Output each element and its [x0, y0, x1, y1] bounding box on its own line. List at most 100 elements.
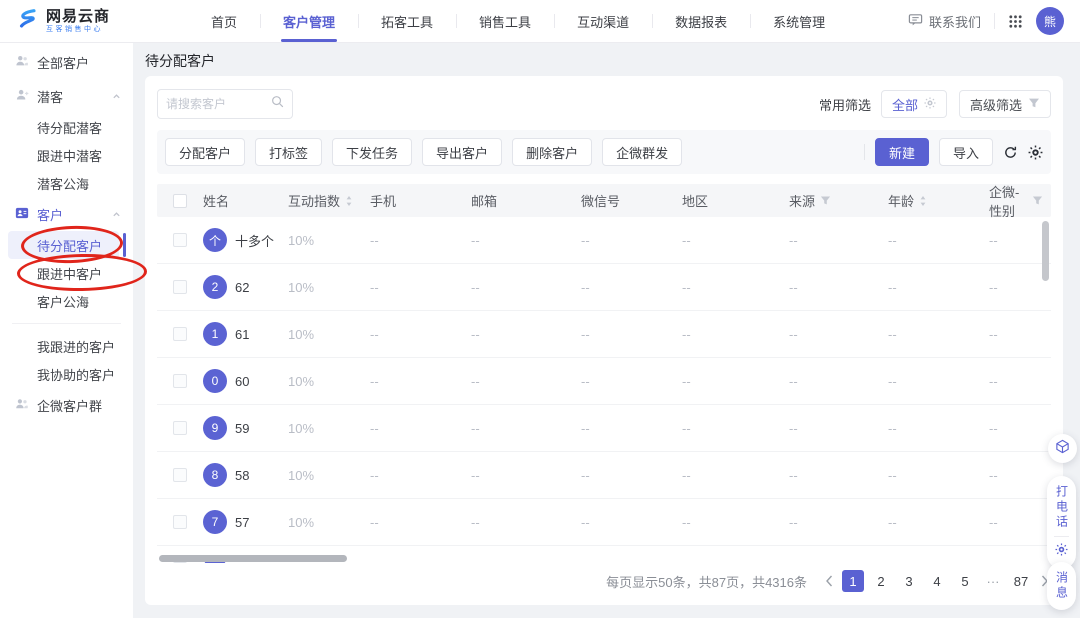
chevron-up-icon[interactable] [112, 92, 121, 101]
contact-us-button[interactable]: 联系我们 [908, 12, 981, 31]
row-checkbox[interactable] [173, 562, 187, 563]
filter-gear-icon[interactable] [924, 97, 936, 112]
advanced-filter-button[interactable]: 高级筛选 [959, 90, 1051, 118]
row-cell-年龄: -- [888, 515, 989, 530]
sidebar-customer-icon [15, 206, 29, 223]
empty-value: -- [471, 233, 480, 248]
nav-item-拓客工具[interactable]: 拓客工具 [358, 0, 456, 42]
row-cell-年龄: -- [888, 374, 989, 389]
empty-value: -- [888, 421, 897, 436]
table-header-互动指数: 互动指数 [288, 191, 370, 210]
sidebar-item-潜客[interactable]: 潜客 [0, 79, 133, 113]
prev-page-icon[interactable] [823, 575, 836, 587]
nav-item-客户管理[interactable]: 客户管理 [260, 0, 358, 42]
floating-widget-button[interactable] [1048, 434, 1077, 463]
table-body: 个十多个10%--------------26210%-------------… [157, 217, 1051, 563]
horizontal-scrollbar[interactable] [159, 555, 347, 562]
call-phone-button[interactable]: 打电话 [1047, 476, 1076, 569]
select-all-checkbox[interactable] [173, 194, 187, 208]
customer-name[interactable]: 十多个 [235, 231, 274, 250]
empty-value: -- [888, 327, 897, 342]
sidebar-item-全部客户[interactable]: 全部客户 [0, 45, 133, 79]
refresh-icon[interactable] [1003, 145, 1018, 160]
customer-name[interactable]: 60 [235, 374, 249, 389]
page-button-5[interactable]: 5 [954, 570, 976, 592]
user-avatar[interactable]: 熊 [1036, 7, 1064, 35]
page-button-4[interactable]: 4 [926, 570, 948, 592]
row-cell-邮箱: -- [471, 515, 581, 530]
filter-all-button[interactable]: 全部 [881, 90, 947, 118]
nav-item-系统管理[interactable]: 系统管理 [750, 0, 848, 42]
bulk-action-删除客户[interactable]: 删除客户 [512, 138, 592, 166]
app-logo: 网易云商 互客销售中心 [16, 7, 134, 36]
row-cell-来源: -- [789, 468, 888, 483]
sidebar-item-客户公海[interactable]: 客户公海 [0, 287, 133, 315]
settings-gear-icon[interactable] [1028, 145, 1043, 160]
nav-item-互动渠道[interactable]: 互动渠道 [554, 0, 652, 42]
filter-funnel-icon[interactable] [1032, 195, 1043, 206]
row-cell-checkbox [157, 515, 203, 529]
page-ellipsis: ··· [982, 570, 1004, 592]
customer-name[interactable]: 62 [235, 280, 249, 295]
sidebar-item-潜客公海[interactable]: 潜客公海 [0, 169, 133, 197]
page-button-2[interactable]: 2 [870, 570, 892, 592]
row-checkbox[interactable] [173, 468, 187, 482]
customer-name[interactable]: 57 [235, 515, 249, 530]
import-button[interactable]: 导入 [939, 138, 993, 166]
row-cell-邮箱: -- [471, 233, 581, 248]
search-input[interactable] [166, 97, 271, 111]
row-checkbox[interactable] [173, 280, 187, 294]
sort-icon[interactable] [345, 195, 353, 207]
empty-value: -- [370, 562, 379, 564]
sort-icon[interactable] [919, 195, 927, 207]
sidebar-item-跟进中客户[interactable]: 跟进中客户 [0, 259, 133, 287]
sidebar-item-客户[interactable]: 客户 [0, 197, 133, 231]
customer-name[interactable]: 61 [235, 327, 249, 342]
empty-value: -- [581, 562, 590, 564]
message-button[interactable]: 消息 [1047, 562, 1076, 610]
empty-value: -- [581, 233, 590, 248]
page-button-1[interactable]: 1 [842, 570, 864, 592]
row-cell-手机: -- [370, 468, 471, 483]
vertical-scrollbar[interactable] [1042, 221, 1049, 281]
search-icon[interactable] [271, 95, 284, 113]
engagement-index: 10% [288, 374, 314, 389]
row-cell-互动指数: 10% [288, 421, 370, 436]
bulk-action-下发任务[interactable]: 下发任务 [332, 138, 412, 166]
sidebar-item-我协助的客户[interactable]: 我协助的客户 [0, 360, 133, 388]
customer-name[interactable]: 59 [235, 421, 249, 436]
row-checkbox[interactable] [173, 421, 187, 435]
empty-value: -- [888, 280, 897, 295]
row-cell-地区: -- [682, 421, 789, 436]
chevron-up-icon[interactable] [112, 210, 121, 219]
empty-value: -- [682, 374, 691, 389]
row-checkbox[interactable] [173, 327, 187, 341]
sidebar-item-跟进中潜客[interactable]: 跟进中潜客 [0, 141, 133, 169]
bulk-action-分配客户[interactable]: 分配客户 [165, 138, 245, 166]
bulk-action-打标签[interactable]: 打标签 [255, 138, 322, 166]
sidebar-item-待分配客户[interactable]: 待分配客户 [8, 231, 119, 259]
page-button-3[interactable]: 3 [898, 570, 920, 592]
bulk-action-企微群发[interactable]: 企微群发 [602, 138, 682, 166]
nav-item-数据报表[interactable]: 数据报表 [652, 0, 750, 42]
empty-value: -- [581, 421, 590, 436]
filter-funnel-icon[interactable] [820, 195, 831, 206]
row-cell-checkbox [157, 468, 203, 482]
table-header-企微-性别: 企微-性别 [989, 184, 1051, 220]
nav-item-销售工具[interactable]: 销售工具 [456, 0, 554, 42]
app-grid-icon[interactable] [1008, 14, 1023, 29]
empty-value: -- [682, 515, 691, 530]
new-button[interactable]: 新建 [875, 138, 929, 166]
row-checkbox[interactable] [173, 374, 187, 388]
sidebar-item-企微客户群[interactable]: 企微客户群 [0, 388, 133, 422]
sidebar-item-我跟进的客户[interactable]: 我跟进的客户 [0, 332, 133, 360]
row-checkbox[interactable] [173, 515, 187, 529]
row-avatar: 7 [203, 510, 227, 534]
customer-name[interactable]: 58 [235, 468, 249, 483]
call-settings-gear-icon[interactable] [1055, 543, 1068, 561]
row-checkbox[interactable] [173, 233, 187, 247]
nav-item-首页[interactable]: 首页 [188, 0, 260, 42]
bulk-action-导出客户[interactable]: 导出客户 [422, 138, 502, 166]
page-button-87[interactable]: 87 [1010, 570, 1032, 592]
sidebar-item-待分配潜客[interactable]: 待分配潜客 [0, 113, 133, 141]
